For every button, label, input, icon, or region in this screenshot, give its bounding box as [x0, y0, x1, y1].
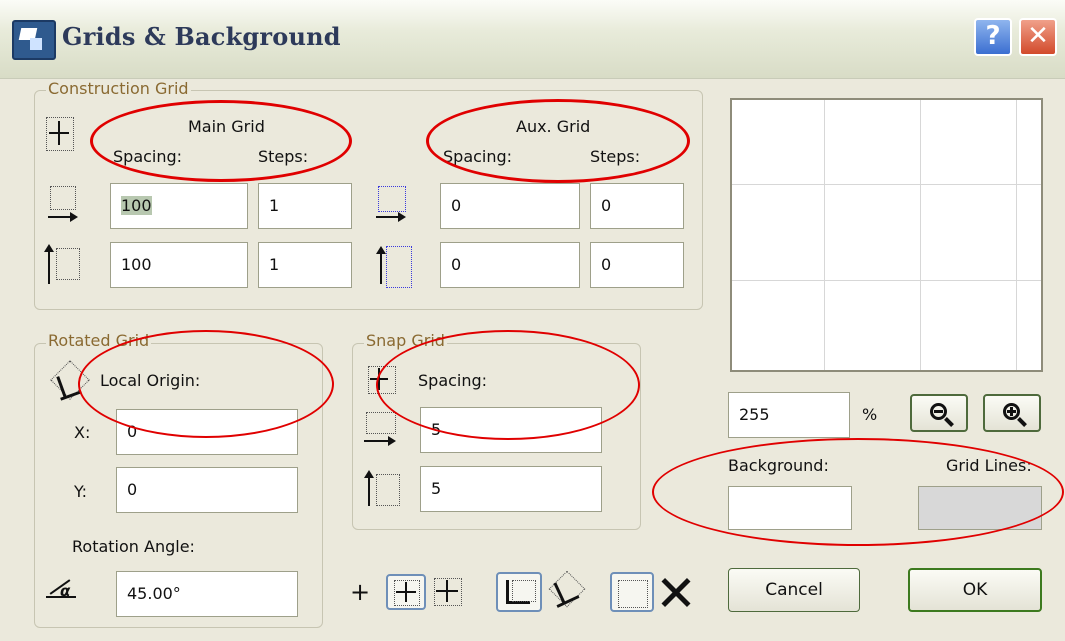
snap-y-input[interactable]: 5 [420, 466, 602, 512]
plus-label: + [350, 578, 371, 606]
aux-x-steps-input[interactable]: 0 [590, 183, 684, 229]
close-button[interactable]: ✕ [1019, 18, 1057, 56]
zoom-unit: % [862, 405, 878, 424]
rotation-angle-label: Rotation Angle: [72, 537, 195, 556]
construction-grid-label: Construction Grid [46, 79, 191, 98]
main-x-spacing-input[interactable]: 100 [110, 183, 248, 229]
snap-x-icon [364, 412, 398, 448]
app-icon [12, 20, 56, 60]
cancel-button[interactable]: Cancel [728, 568, 860, 612]
orthogonal-grid-button[interactable] [496, 572, 542, 612]
ok-button[interactable]: OK [908, 568, 1042, 612]
grid-toggle-main-button[interactable] [386, 574, 426, 610]
main-y-spacing-input[interactable]: 100 [110, 242, 248, 288]
no-grid-button[interactable] [656, 572, 696, 612]
rotation-angle-input[interactable]: 45.00° [116, 571, 298, 617]
main-y-steps-input[interactable]: 1 [258, 242, 352, 288]
zoom-input[interactable]: 255 [728, 392, 850, 438]
grid-preview [730, 98, 1043, 372]
help-button[interactable]: ? [974, 18, 1012, 56]
x-spacing-icon [48, 186, 78, 228]
zoom-out-button[interactable] [910, 394, 968, 432]
y-spacing-icon [44, 244, 80, 286]
annotation-ellipse-main-grid [90, 100, 352, 182]
annotation-ellipse-snap-spacing [376, 330, 640, 440]
title-bar[interactable]: Grids & Background ? ✕ [0, 0, 1065, 79]
window-title: Grids & Background [62, 22, 341, 51]
aux-y-spacing-input[interactable]: 0 [440, 242, 580, 288]
main-grid-icon [46, 117, 74, 151]
annotation-ellipse-local-origin [78, 330, 334, 438]
annotation-ellipse-aux-grid [426, 99, 690, 183]
origin-y-label: Y: [74, 482, 88, 501]
rotated-grid-button[interactable] [546, 570, 592, 612]
origin-y-input[interactable]: 0 [116, 467, 298, 513]
snap-grid-on-button[interactable] [610, 572, 654, 612]
main-x-steps-input[interactable]: 1 [258, 183, 352, 229]
grid-toggle-aux-button[interactable] [430, 574, 466, 610]
aux-x-spacing-input[interactable]: 0 [440, 183, 580, 229]
aux-y-spacing-icon [376, 244, 412, 290]
origin-x-label: X: [74, 423, 91, 442]
zoom-in-button[interactable] [983, 394, 1041, 432]
aux-x-spacing-icon [376, 186, 408, 228]
snap-y-icon [364, 468, 400, 508]
aux-y-steps-input[interactable]: 0 [590, 242, 684, 288]
rotation-angle-icon: α [46, 576, 80, 602]
annotation-ellipse-colors [652, 438, 1064, 546]
